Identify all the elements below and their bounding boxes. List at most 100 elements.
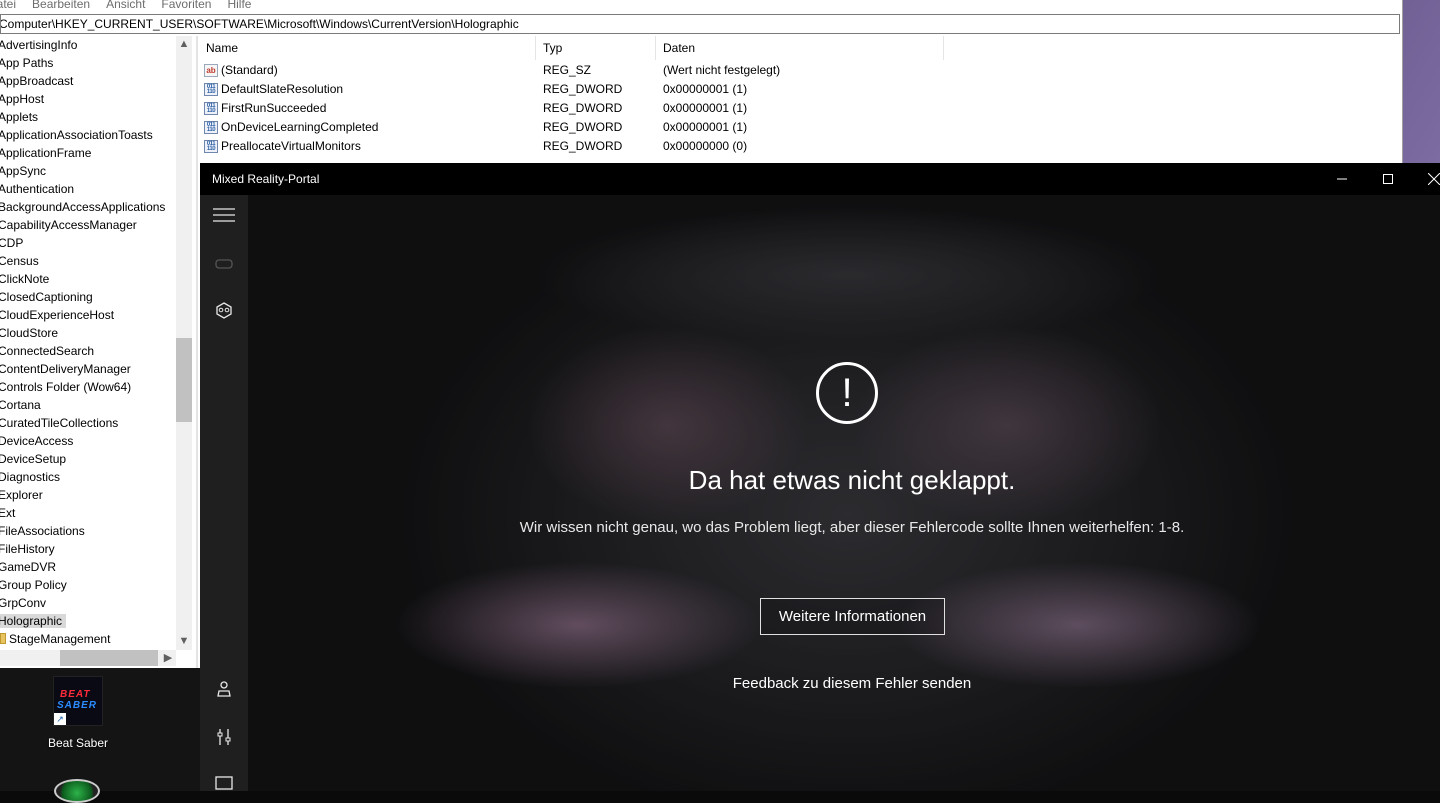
tree-item[interactable]: AppSync (0, 162, 176, 180)
value-row[interactable]: 011 110 OnDeviceLearningCompleted REG_DWORD… (199, 118, 1400, 137)
scroll-thumb[interactable] (176, 338, 192, 422)
value-row[interactable]: 011 110 DefaultSlateResolution REG_DWORD 0x0… (199, 80, 1400, 99)
tree-item[interactable]: ContentDeliveryManager (0, 360, 176, 378)
value-data: (Wert nicht festgelegt) (663, 63, 781, 77)
tree-item-label: AppHost (0, 92, 45, 106)
feedback-icon[interactable] (212, 775, 236, 791)
tree-item-label: CloudStore (0, 326, 59, 340)
tree-item[interactable]: CloudExperienceHost (0, 306, 176, 324)
tree-item-label: AppSync (0, 164, 47, 178)
tree-item[interactable]: Holographic (0, 612, 176, 630)
tree-item[interactable]: Cortana (0, 396, 176, 414)
error-panel: ! Da hat etwas nicht geklappt. Wir wisse… (248, 195, 1440, 791)
pane-splitter[interactable] (196, 36, 198, 668)
values-rows: ab (Standard) REG_SZ (Wert nicht festgelegt… (199, 61, 1400, 156)
send-feedback-link[interactable]: Feedback zu diesem Fehler senden (248, 673, 1440, 695)
value-row[interactable]: 011 110 PreallocateVirtualMonitors REG_DWOR… (199, 137, 1400, 156)
dword-value-icon: 011 110 (204, 121, 218, 134)
tree-item[interactable]: CapabilityAccessManager (0, 216, 176, 234)
setup-person-icon[interactable] (212, 679, 236, 703)
tree-item[interactable]: ApplicationAssociationToasts (0, 126, 176, 144)
tree-item[interactable]: Group Policy (0, 576, 176, 594)
tree-item[interactable]: FileHistory (0, 540, 176, 558)
tree-item-label: App Paths (0, 56, 54, 70)
dword-value-icon: 011 110 (204, 140, 218, 153)
tree-item[interactable]: CDP (0, 234, 176, 252)
scroll-right-icon[interactable]: ▶ (160, 650, 176, 666)
menu-help[interactable]: Hilfe (227, 0, 251, 13)
tree-item[interactable]: Ext (0, 504, 176, 522)
tree-vertical-scrollbar[interactable]: ▲ ▼ (176, 36, 192, 650)
address-bar[interactable]: Computer\HKEY_CURRENT_USER\SOFTWARE\Micr… (0, 14, 1400, 34)
tree-item[interactable]: ClickNote (0, 270, 176, 288)
value-name: OnDeviceLearningCompleted (221, 120, 379, 134)
column-name[interactable]: Name (199, 36, 536, 60)
menu-favorites[interactable]: Favoriten (161, 0, 211, 13)
maximize-button[interactable] (1365, 163, 1411, 195)
value-type: REG_DWORD (543, 120, 623, 134)
value-row[interactable]: 011 110 FirstRunSucceeded REG_DWORD 0x000000… (199, 99, 1400, 118)
tree-item[interactable]: AppBroadcast (0, 72, 176, 90)
scroll-down-icon[interactable]: ▼ (176, 633, 192, 650)
scroll-up-icon[interactable]: ▲ (176, 36, 192, 53)
tree-item[interactable]: App Paths (0, 54, 176, 72)
tree-item-label: ClickNote (0, 272, 50, 286)
hscroll-thumb[interactable] (60, 650, 158, 666)
tree-item-child[interactable]: StageManagement (0, 630, 176, 648)
tree-item[interactable]: AppHost (0, 90, 176, 108)
menu-edit[interactable]: Bearbeiten (32, 0, 90, 13)
tree-item[interactable]: ClosedCaptioning (0, 288, 176, 306)
tree-item[interactable]: DeviceSetup (0, 450, 176, 468)
tree-item[interactable]: Diagnostics (0, 468, 176, 486)
error-title: Da hat etwas nicht geklappt. (688, 465, 1016, 495)
beat-saber-shortcut[interactable]: BEAT SABER ↗ Beat Saber (40, 676, 116, 750)
tree-item[interactable]: GameDVR (0, 558, 176, 576)
tree-item[interactable]: CuratedTileCollections (0, 414, 176, 432)
column-data[interactable]: Daten (656, 36, 944, 60)
tree-item[interactable]: Applets (0, 108, 176, 126)
tree-item[interactable]: BackgroundAccessApplications (0, 198, 176, 216)
tree-item-label: StageManagement (9, 632, 111, 646)
tree-item[interactable]: Census (0, 252, 176, 270)
column-type[interactable]: Typ (536, 36, 656, 60)
value-name-cell: 011 110 PreallocateVirtualMonitors (199, 137, 536, 156)
xbox-app-icon[interactable] (54, 779, 100, 803)
tree-item[interactable]: Explorer (0, 486, 176, 504)
registry-tree[interactable]: AdvertisingInfo App Paths AppBroadcast AppH… (0, 36, 176, 650)
tree-item[interactable]: Authentication (0, 180, 176, 198)
headset-icon[interactable] (212, 254, 236, 278)
list-header: Name Typ Daten (199, 36, 1400, 61)
tree-item[interactable]: FileAssociations (0, 522, 176, 540)
close-icon (1427, 172, 1440, 186)
tree-item-label: ApplicationFrame (0, 146, 92, 160)
hamburger-menu-icon[interactable] (212, 207, 236, 231)
values-list: Name Typ Daten ab (Standard) REG_SZ (Wert n… (199, 36, 1400, 162)
tree-item[interactable]: CloudStore (0, 324, 176, 342)
value-row[interactable]: ab (Standard) REG_SZ (Wert nicht festgelegt… (199, 61, 1400, 80)
tree-item[interactable]: AdvertisingInfo (0, 36, 176, 54)
error-exclamation-icon: ! (816, 362, 878, 424)
tree-item[interactable]: GrpConv (0, 594, 176, 612)
tree-item-label: FileAssociations (0, 524, 85, 538)
tree-item-label: AppBroadcast (0, 74, 74, 88)
value-name-cell: 011 110 OnDeviceLearningCompleted (199, 118, 536, 137)
tree-item[interactable]: DeviceAccess (0, 432, 176, 450)
value-data: 0x00000001 (1) (663, 101, 748, 115)
close-button[interactable] (1411, 163, 1440, 195)
tree-item[interactable]: Controls Folder (Wow64) (0, 378, 176, 396)
minimize-button[interactable] (1319, 163, 1365, 195)
value-data: 0x00000000 (0) (663, 139, 748, 153)
settings-tools-icon[interactable] (212, 728, 236, 752)
tree-item[interactable]: ApplicationFrame (0, 144, 176, 162)
menu-view[interactable]: Ansicht (106, 0, 145, 13)
mixed-reality-capture-icon[interactable] (212, 302, 236, 326)
address-path: Computer\HKEY_CURRENT_USER\SOFTWARE\Micr… (0, 17, 519, 31)
tree-horizontal-scrollbar[interactable]: ▶ (0, 650, 176, 666)
value-data: 0x00000001 (1) (663, 120, 748, 134)
menu-file[interactable]: Datei (0, 0, 16, 13)
tree-item-label: CDP (0, 236, 24, 250)
tree-item[interactable]: ConnectedSearch (0, 342, 176, 360)
value-data: 0x00000001 (1) (663, 82, 748, 96)
more-info-button[interactable]: Weitere Informationen (760, 598, 945, 635)
tree-item-label: Applets (0, 110, 39, 124)
